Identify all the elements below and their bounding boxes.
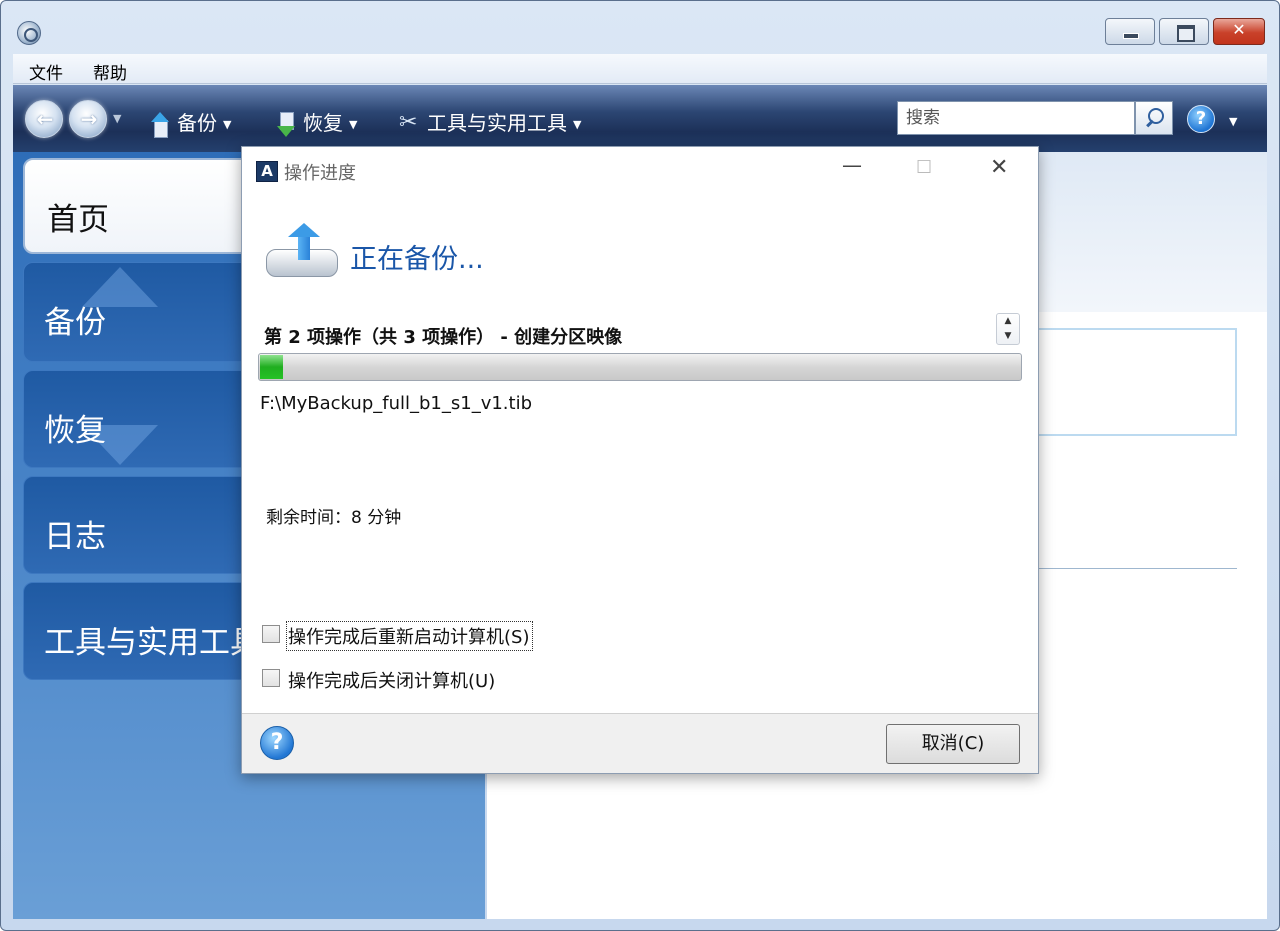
chevron-down-icon: ▼ bbox=[223, 118, 232, 131]
shutdown-checkbox-label[interactable]: 操作完成后关闭计算机(U) bbox=[288, 667, 495, 693]
dialog-titlebar: A 操作进度 — ☐ ✕ bbox=[242, 147, 1038, 191]
tools-icon bbox=[399, 110, 421, 138]
restore-icon bbox=[275, 111, 297, 138]
sidebar-item-label: 首页 bbox=[47, 202, 109, 238]
backup-disk-icon bbox=[264, 219, 342, 287]
minimize-button[interactable] bbox=[1105, 18, 1155, 45]
sidebar-item-label: 备份 bbox=[44, 305, 106, 341]
time-remaining: 剩余时间：8 分钟 bbox=[266, 508, 402, 528]
progress-bar bbox=[258, 353, 1022, 381]
dialog-title: 操作进度 bbox=[284, 163, 356, 184]
dialog-minimize-button[interactable]: — bbox=[842, 153, 862, 177]
menu-help[interactable]: 帮助 bbox=[93, 59, 127, 84]
toolbar-backup-menu[interactable]: 备份 ▼ bbox=[149, 107, 232, 138]
toolbar: ← → ▼ 备份 ▼ 恢复 ▼ 工具与实用工具 ▼ ? ▼ bbox=[13, 85, 1267, 152]
sidebar-item-label: 恢复 bbox=[44, 413, 106, 449]
window-titlebar: ✕ bbox=[1, 1, 1279, 55]
toolbar-restore-label: 恢复 bbox=[303, 111, 343, 135]
chevron-down-icon: ▼ bbox=[349, 118, 358, 131]
dialog-heading: 正在备份... bbox=[350, 244, 484, 275]
dialog-footer: ? 取消(C) bbox=[242, 713, 1038, 773]
dialog-maximize-button: ☐ bbox=[916, 157, 933, 178]
sidebar-item-label: 工具与实用工具 bbox=[44, 625, 261, 661]
cancel-button[interactable]: 取消(C) bbox=[886, 724, 1020, 764]
progress-fill bbox=[260, 355, 283, 379]
shutdown-checkbox[interactable] bbox=[262, 669, 280, 687]
sidebar-item-label: 日志 bbox=[44, 519, 106, 555]
close-icon: ✕ bbox=[1232, 20, 1246, 39]
chevron-down-icon[interactable]: ▼ bbox=[1229, 115, 1237, 128]
chevron-up-icon[interactable]: ▲ bbox=[997, 316, 1019, 326]
close-button[interactable]: ✕ bbox=[1213, 18, 1265, 45]
history-dropdown-icon[interactable]: ▼ bbox=[113, 112, 121, 125]
operation-spinner[interactable]: ▲ ▼ bbox=[996, 313, 1020, 345]
operation-label: 第 2 项操作（共 3 项操作） - 创建分区映像 bbox=[264, 327, 623, 348]
back-button[interactable]: ← bbox=[25, 100, 63, 138]
app-logo-icon: A bbox=[256, 161, 278, 182]
dialog-close-button[interactable]: ✕ bbox=[990, 155, 1008, 180]
search-input[interactable] bbox=[898, 102, 1134, 134]
restart-checkbox[interactable] bbox=[262, 625, 280, 643]
toolbar-backup-label: 备份 bbox=[177, 111, 217, 135]
progress-dialog: A 操作进度 — ☐ ✕ 正在备份... 第 2 项操作（共 3 项操作） - … bbox=[241, 146, 1039, 774]
backup-icon bbox=[149, 111, 171, 138]
app-logo-icon[interactable] bbox=[17, 21, 41, 45]
menu-file[interactable]: 文件 bbox=[29, 59, 63, 84]
maximize-button[interactable] bbox=[1159, 18, 1209, 45]
arrow-right-icon: → bbox=[80, 107, 98, 131]
chevron-down-icon[interactable]: ▼ bbox=[997, 331, 1019, 341]
toolbar-tools-label: 工具与实用工具 bbox=[427, 111, 567, 135]
toolbar-restore-menu[interactable]: 恢复 ▼ bbox=[275, 107, 357, 137]
divider bbox=[1037, 568, 1237, 569]
arrow-left-icon: ← bbox=[36, 107, 54, 131]
forward-button[interactable]: → bbox=[69, 100, 107, 138]
help-icon[interactable]: ? bbox=[260, 726, 294, 760]
toolbar-tools-menu[interactable]: 工具与实用工具 ▼ bbox=[399, 107, 581, 137]
restart-checkbox-label[interactable]: 操作完成后重新启动计算机(S) bbox=[285, 621, 534, 651]
search-box bbox=[897, 101, 1135, 135]
menu-bar: 文件 帮助 bbox=[13, 54, 1267, 84]
current-file: F:\MyBackup_full_b1_s1_v1.tib bbox=[260, 393, 533, 414]
help-icon[interactable]: ? bbox=[1187, 105, 1215, 133]
search-icon[interactable] bbox=[1135, 101, 1173, 135]
chevron-down-icon: ▼ bbox=[573, 118, 582, 131]
content-panel bbox=[1027, 328, 1237, 436]
